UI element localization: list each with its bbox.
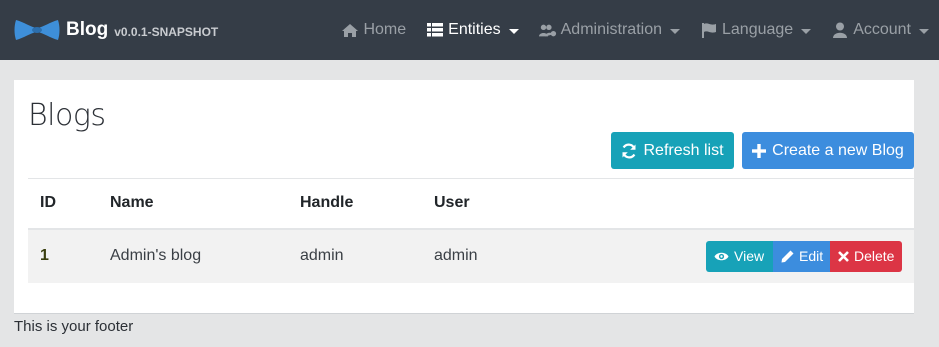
nav-home[interactable]: Home — [331, 0, 416, 60]
navbar: Blog v0.0.1-SNAPSHOT Home Entities Admin… — [0, 0, 939, 60]
delete-label: Delete — [854, 248, 895, 264]
users-cog-icon — [538, 22, 557, 38]
chevron-down-icon — [801, 28, 812, 34]
nav-entities-label: Entities — [448, 21, 501, 38]
pencil-icon — [781, 250, 794, 263]
nav-home-label: Home — [363, 21, 407, 38]
view-label: View — [734, 248, 765, 264]
table-row: 1 Admin's blog admin admin View Edit Del… — [28, 228, 914, 283]
create-blog-label: Create a new Blog — [772, 141, 904, 159]
row-id-link[interactable]: 1 — [28, 229, 110, 283]
nav-language[interactable]: Language — [690, 0, 821, 60]
refresh-list-label: Refresh list — [643, 141, 724, 159]
row-handle: admin — [300, 247, 344, 264]
refresh-list-button[interactable]: Refresh list — [611, 132, 734, 169]
nav-administration-label: Administration — [560, 21, 662, 38]
refresh-icon — [621, 143, 637, 159]
brand-name: Blog — [66, 19, 109, 40]
main-nav: Home Entities Administration Language Ac… — [331, 0, 939, 60]
row-user: admin — [434, 247, 478, 264]
eye-icon — [714, 251, 729, 262]
table-header-row: ID Name Handle User — [28, 178, 914, 229]
close-icon — [838, 250, 849, 262]
nav-language-label: Language — [722, 21, 794, 38]
nav-account[interactable]: Account — [821, 0, 939, 60]
nav-entities[interactable]: Entities — [416, 0, 528, 60]
edit-button[interactable]: Edit — [773, 240, 830, 272]
page-title: Blogs — [28, 98, 106, 133]
flag-icon — [700, 22, 718, 38]
chevron-down-icon — [508, 28, 519, 34]
blogs-card: Blogs Refresh list Create a new Blog ID … — [14, 80, 914, 314]
header-user[interactable]: User — [434, 179, 674, 229]
header-id[interactable]: ID — [28, 179, 110, 229]
nav-account-label: Account — [853, 21, 911, 38]
footer: This is your footer — [14, 318, 134, 335]
user-icon — [831, 22, 849, 38]
brand-version: v0.0.1-SNAPSHOT — [114, 24, 219, 39]
logo-icon — [14, 20, 60, 40]
view-button[interactable]: View — [706, 240, 773, 272]
header-name[interactable]: Name — [110, 179, 300, 229]
blogs-table: ID Name Handle User 1 Admin's blog admin… — [28, 178, 914, 283]
chevron-down-icon — [670, 28, 680, 34]
edit-label: Edit — [799, 248, 824, 264]
create-blog-button[interactable]: Create a new Blog — [742, 132, 914, 169]
plus-icon — [752, 143, 767, 158]
home-icon — [341, 22, 359, 38]
chevron-down-icon — [919, 28, 929, 34]
header-handle[interactable]: Handle — [300, 179, 434, 229]
brand[interactable]: Blog v0.0.1-SNAPSHOT — [14, 17, 218, 43]
delete-button[interactable]: Delete — [830, 240, 902, 272]
nav-administration[interactable]: Administration — [529, 0, 690, 60]
list-icon — [426, 22, 444, 38]
row-name: Admin's blog — [110, 247, 202, 264]
header-actions — [674, 179, 914, 229]
row-actions: View Edit Delete — [674, 229, 914, 283]
